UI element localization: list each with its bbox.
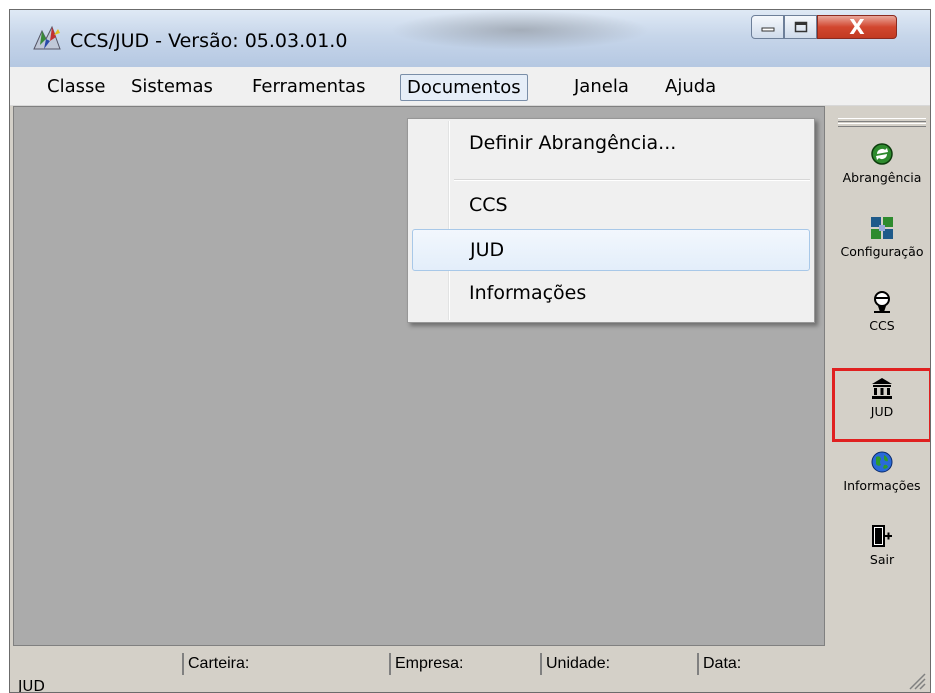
menu-bar: Classe Sistemas Ferramentas Documentos J… xyxy=(10,67,930,106)
menu-item-label: JUD xyxy=(470,239,505,261)
status-bar: JUD Carteira: Empresa: Unidade: Data: xyxy=(10,647,930,693)
toolbar-grip-line xyxy=(838,123,926,127)
side-toolbar: Abrangência Configuração CCS JUD Informa… xyxy=(832,106,930,646)
toolbar-label: Abrangência xyxy=(842,170,922,185)
minimize-icon xyxy=(761,27,774,32)
toolbar-button-abrangencia[interactable]: Abrangência xyxy=(832,134,930,208)
toolbar-label: JUD xyxy=(870,404,894,419)
toolbar-label: CCS xyxy=(869,318,895,333)
menu-classe[interactable]: Classe xyxy=(41,74,111,99)
menu-sistemas[interactable]: Sistemas xyxy=(125,74,219,99)
ccs-icon xyxy=(874,291,890,313)
minimize-button[interactable] xyxy=(751,15,784,39)
globe-icon xyxy=(871,451,893,473)
status-empresa: Empresa: xyxy=(389,653,463,675)
menu-separator xyxy=(454,179,810,181)
menu-documentos[interactable]: Documentos xyxy=(400,74,528,101)
title-bar[interactable]: CCS/JUD - Versão: 05.03.01.0 X xyxy=(10,10,930,67)
documentos-dropdown-menu: Definir Abrangência... CCS JUD Informaçõ… xyxy=(407,118,815,323)
toolbar-button-jud[interactable]: JUD xyxy=(832,368,930,442)
menu-item-ccs[interactable]: CCS xyxy=(412,185,810,227)
bank-icon xyxy=(872,378,892,399)
toolbar-button-sair[interactable]: Sair xyxy=(832,516,930,590)
app-window: CCS/JUD - Versão: 05.03.01.0 X Classe Si… xyxy=(9,9,931,693)
window-title: CCS/JUD - Versão: 05.03.01.0 xyxy=(70,30,348,52)
toolbar-label: Informações xyxy=(843,478,921,493)
toolbar-button-informacoes[interactable]: Informações xyxy=(832,442,930,516)
menu-item-label: Definir Abrangência... xyxy=(469,132,677,154)
status-unidade: Unidade: xyxy=(540,653,610,675)
toolbar-button-ccs[interactable]: CCS xyxy=(832,282,930,356)
status-carteira: Carteira: xyxy=(182,653,249,675)
refresh-icon xyxy=(871,143,893,165)
toolbar-label: Configuração xyxy=(840,244,924,259)
title-bar-glow xyxy=(390,10,650,50)
toolbar-button-configuracao[interactable]: Configuração xyxy=(832,208,930,282)
toolbar-grip[interactable] xyxy=(838,118,926,122)
menu-item-informacoes[interactable]: Informações xyxy=(412,273,810,315)
app-logo-icon xyxy=(33,25,61,50)
menu-ajuda[interactable]: Ajuda xyxy=(659,74,722,99)
close-button[interactable]: X xyxy=(817,15,897,39)
menu-item-definir-abrangencia[interactable]: Definir Abrangência... xyxy=(412,123,810,165)
resize-grip-icon[interactable] xyxy=(904,668,926,690)
maximize-button[interactable] xyxy=(784,15,817,39)
status-data: Data: xyxy=(697,653,741,675)
menu-ferramentas[interactable]: Ferramentas xyxy=(246,74,371,99)
menu-item-label: CCS xyxy=(469,194,508,216)
status-current-module: JUD xyxy=(18,677,45,693)
menu-item-jud[interactable]: JUD xyxy=(412,229,810,271)
maximize-icon xyxy=(794,21,807,33)
exit-door-icon xyxy=(872,525,892,547)
menu-item-label: Informações xyxy=(469,282,587,304)
toolbar-label: Sair xyxy=(869,552,895,567)
config-icon xyxy=(871,217,893,239)
close-icon: X xyxy=(849,15,865,39)
menu-janela[interactable]: Janela xyxy=(568,74,635,99)
